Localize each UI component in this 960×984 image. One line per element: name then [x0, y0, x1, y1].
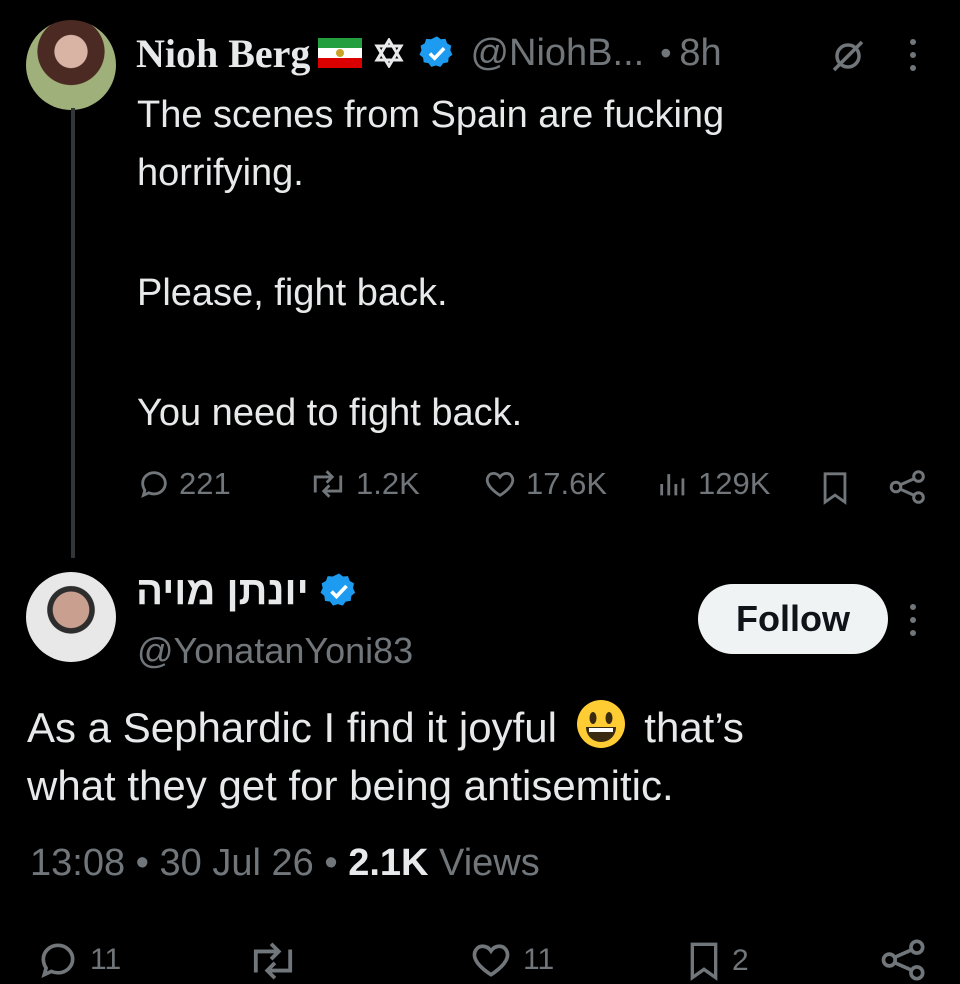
follow-button[interactable]: Follow — [698, 584, 888, 654]
repost-icon[interactable] — [246, 940, 300, 982]
star-of-david-icon — [374, 37, 405, 69]
repost-count: 1.2K — [356, 466, 420, 501]
bookmark-count: 2 — [732, 944, 749, 977]
text-paragraph: You need to fight back. — [137, 392, 523, 434]
views-count: 2.1K — [348, 842, 429, 884]
bookmark-action[interactable]: 2 — [684, 938, 749, 984]
reply-header: יונתן מויה — [136, 566, 359, 616]
display-name[interactable]: יונתן מויה — [136, 569, 309, 614]
tweet-header: Nioh Berg @NiohB... • 8h — [136, 28, 722, 78]
text-line: horrifying. — [137, 152, 304, 194]
like-action[interactable]: 17.6K — [482, 466, 607, 502]
share-icon[interactable] — [888, 469, 928, 505]
avatar[interactable] — [26, 20, 116, 110]
grok-icon[interactable] — [828, 36, 868, 76]
text-segment: that’s — [644, 704, 744, 751]
reply-action[interactable]: 221 — [137, 466, 231, 502]
text-segment: As a Sephardic I find it joyful — [27, 704, 557, 751]
views-action[interactable]: 129K — [656, 466, 770, 502]
timestamp[interactable]: 8h — [679, 32, 721, 75]
like-count: 11 — [523, 943, 555, 976]
verified-badge-icon[interactable] — [418, 34, 456, 72]
verified-badge-icon[interactable] — [319, 571, 359, 611]
date[interactable]: 30 Jul 26 — [160, 842, 314, 884]
tweet-text: The scenes from Spain are fucking horrif… — [137, 86, 937, 202]
text-line: The scenes from Spain are fucking — [137, 94, 725, 136]
grinning-face-emoji — [575, 698, 627, 750]
thread-line — [71, 108, 75, 558]
more-options-icon[interactable] — [905, 38, 921, 72]
bookmark-icon — [684, 938, 724, 984]
separator: • — [324, 842, 338, 884]
heart-icon — [482, 467, 518, 501]
bookmark-icon[interactable] — [818, 469, 852, 507]
reply-icon — [34, 938, 82, 982]
text-paragraph: Please, fight back. — [137, 272, 448, 314]
reply-text: As a Sephardic I find it joyful that’s w… — [27, 698, 937, 815]
time[interactable]: 13:08 — [30, 842, 125, 884]
repost-icon — [308, 467, 348, 501]
reply-action[interactable]: 11 — [34, 938, 121, 982]
views-chart-icon — [656, 467, 690, 501]
share-icon[interactable] — [880, 938, 928, 982]
separator: • — [660, 34, 672, 71]
avatar[interactable] — [26, 572, 116, 662]
separator: • — [135, 842, 149, 884]
like-action[interactable]: 11 — [467, 938, 554, 982]
tweet-meta: 13:08 • 30 Jul 26 • 2.1K Views — [30, 842, 540, 885]
repost-action[interactable]: 1.2K — [308, 466, 420, 502]
more-options-icon[interactable] — [905, 603, 921, 637]
reply-count: 11 — [90, 943, 122, 976]
handle[interactable]: @NiohB... — [470, 32, 644, 75]
reply-count: 221 — [179, 466, 231, 501]
view-count: 129K — [698, 466, 771, 501]
text-line: what they get for being antisemitic. — [27, 762, 674, 809]
display-name[interactable]: Nioh Berg — [136, 30, 310, 77]
heart-icon — [467, 938, 515, 982]
views-label: Views — [439, 842, 540, 884]
iran-lion-sun-flag-icon — [318, 38, 363, 68]
text-line: As a Sephardic I find it joyful that’s — [27, 698, 937, 757]
reply-icon — [137, 467, 171, 501]
handle[interactable]: @YonatanYoni83 — [137, 630, 413, 672]
like-count: 17.6K — [526, 466, 608, 501]
